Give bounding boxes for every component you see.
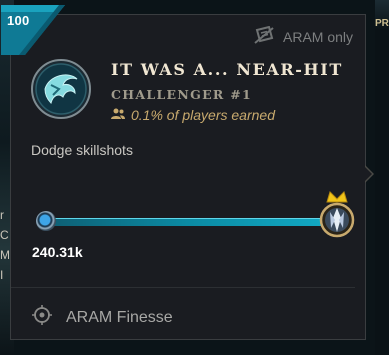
category-label: ARAM Finesse <box>66 308 173 326</box>
players-earned: 0.1% of players earned <box>111 107 275 123</box>
background-panel-right <box>375 0 389 355</box>
progress-fill <box>46 218 328 226</box>
progress-value: 240.31k <box>32 244 83 260</box>
players-earned-label: 0.1% of players earned <box>131 107 275 123</box>
background-right-label: PRO <box>375 18 389 29</box>
progress-start-knob <box>36 211 56 231</box>
challenge-category: ARAM Finesse <box>32 305 173 330</box>
target-icon <box>32 305 52 330</box>
challenge-tooltip: 100 ARAM only IT WAS A... NEAR-HIT CHALL… <box>1 5 366 340</box>
challenger-crown-icon <box>315 188 359 238</box>
ticket-slash-icon <box>253 25 275 47</box>
restriction: ARAM only <box>253 25 354 47</box>
dodge-emblem-icon <box>31 59 91 119</box>
level-badge-value: 100 <box>7 13 30 28</box>
challenge-description: Dodge skillshots <box>31 142 133 158</box>
progress-bar <box>34 191 355 240</box>
level-badge: 100 <box>1 5 65 55</box>
challenge-rank: CHALLENGER #1 <box>111 87 253 102</box>
players-icon <box>111 107 125 123</box>
footer-divider <box>11 287 355 288</box>
restriction-label: ARAM only <box>283 28 354 45</box>
tooltip-pointer-inner <box>365 167 372 181</box>
challenge-title: IT WAS A... NEAR-HIT <box>111 60 343 79</box>
